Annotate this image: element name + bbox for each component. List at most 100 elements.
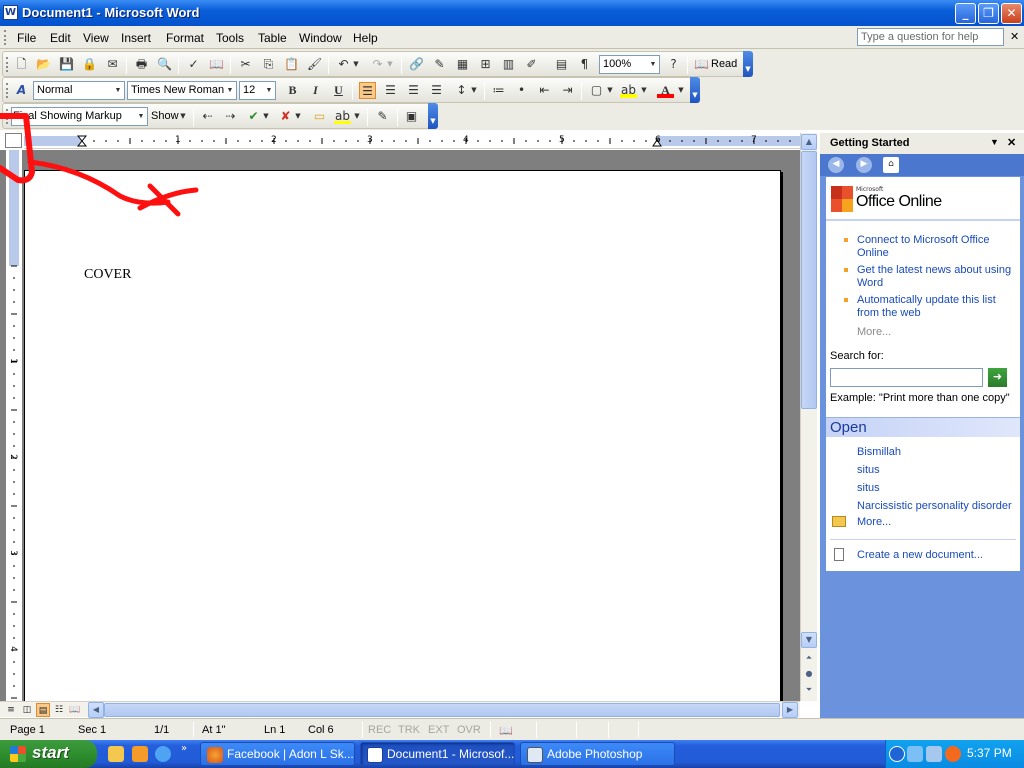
tables-borders-icon[interactable]: ✎ xyxy=(431,56,448,73)
status-rec[interactable]: REC xyxy=(368,724,391,736)
permission-icon[interactable]: 🔒 xyxy=(81,56,98,73)
scroll-left-icon[interactable]: ◀ xyxy=(88,702,104,718)
undo-dropdown-icon[interactable]: ▼ xyxy=(352,56,360,73)
back-icon[interactable]: ◀ xyxy=(828,157,844,173)
restore-button[interactable]: ❐ xyxy=(978,3,999,24)
print-layout-icon[interactable]: ▤ xyxy=(36,703,50,717)
select-browse-object-icon[interactable]: ● xyxy=(801,667,817,683)
connect-office-link[interactable]: Connect to Microsoft Office Online xyxy=(857,234,1007,260)
bold-button[interactable]: B xyxy=(284,82,301,99)
menubar-grip[interactable] xyxy=(4,30,7,45)
line-spacing-dropdown-icon[interactable]: ▼ xyxy=(470,82,478,99)
web-layout-icon[interactable]: ◫ xyxy=(20,703,34,717)
status-trk[interactable]: TRK xyxy=(398,724,420,736)
outline-view-icon[interactable]: ☷ xyxy=(52,703,66,717)
scroll-down-icon[interactable]: ▼ xyxy=(801,632,817,648)
show-desktop-icon[interactable] xyxy=(108,746,124,762)
recent-file-link[interactable]: Bismillah xyxy=(857,446,901,459)
previous-page-icon[interactable]: ⏶ xyxy=(801,651,817,667)
accept-dropdown-icon[interactable]: ▼ xyxy=(262,108,270,125)
vertical-scroll-thumb[interactable] xyxy=(801,151,817,409)
print-icon[interactable]: 🖶 xyxy=(133,56,150,73)
horizontal-ruler[interactable]: 1 2 3 4 5 6 7 xyxy=(24,133,800,149)
highlight-dropdown-icon[interactable]: ▼ xyxy=(353,108,361,125)
document-text[interactable]: COVER xyxy=(84,267,131,283)
taskbar-item-facebook[interactable]: Facebook | Adon L Sk... xyxy=(200,742,355,766)
auto-update-link[interactable]: Automatically update this list from the … xyxy=(857,294,1007,320)
recent-file-link[interactable]: situs xyxy=(857,482,880,495)
spelling-status-icon[interactable]: 📖 xyxy=(499,724,513,737)
reject-change-icon[interactable]: ✘ xyxy=(277,108,294,125)
spelling-icon[interactable]: ✓ xyxy=(185,56,202,73)
read-button[interactable]: Read xyxy=(711,58,737,70)
close-button[interactable]: ✕ xyxy=(1001,3,1022,24)
vertical-scrollbar[interactable]: ▲ ▼ ⏶ ● ⏷ xyxy=(800,133,817,701)
font-color-icon[interactable]: A xyxy=(657,82,674,98)
menu-tools[interactable]: Tools xyxy=(216,31,244,45)
quick-launch-chevron-icon[interactable]: » xyxy=(181,743,187,754)
bullets-icon[interactable]: • xyxy=(513,82,530,99)
save-icon[interactable]: 💾 xyxy=(58,56,75,73)
underline-button[interactable]: U xyxy=(330,82,347,99)
align-left-icon[interactable]: ☰ xyxy=(359,82,376,99)
reviewing-pane-icon[interactable]: ▣ xyxy=(403,108,420,125)
recent-file-link[interactable]: Narcissistic personality disorder xyxy=(857,500,1012,513)
numbering-icon[interactable]: ≔ xyxy=(490,82,507,99)
redo-icon[interactable]: ↷ xyxy=(369,56,386,73)
previous-change-icon[interactable]: ⇠ xyxy=(199,108,216,125)
normal-view-icon[interactable]: ≡ xyxy=(4,703,18,717)
clock[interactable]: 5:37 PM xyxy=(967,746,1012,760)
highlight-icon[interactable]: ab xyxy=(334,108,351,124)
undo-icon[interactable]: ↶ xyxy=(335,56,352,73)
status-ovr[interactable]: OVR xyxy=(457,724,481,736)
horizontal-scrollbar[interactable]: ≡ ◫ ▤ ☷ 📖 ◀ ▶ xyxy=(0,701,800,718)
document-page[interactable]: COVER xyxy=(24,170,781,701)
vertical-ruler[interactable]: 1 2 3 4 xyxy=(6,150,22,700)
decrease-indent-icon[interactable]: ⇤ xyxy=(536,82,553,99)
increase-indent-icon[interactable]: ⇥ xyxy=(559,82,576,99)
show-menu-button[interactable]: Show xyxy=(151,110,179,122)
print-preview-icon[interactable]: 🔍 xyxy=(156,56,173,73)
create-new-document-link[interactable]: Create a new document... xyxy=(857,549,983,562)
styles-formatting-icon[interactable]: A xyxy=(13,82,30,99)
task-pane-menu-icon[interactable]: ▼ xyxy=(990,137,999,147)
office-online-logo[interactable]: Microsoft Office Online xyxy=(826,177,1020,221)
toolbar-options-chevron-icon[interactable]: ▼ xyxy=(743,51,753,77)
toolbar-grip[interactable] xyxy=(6,83,9,98)
network-icon[interactable] xyxy=(926,746,942,762)
more-link[interactable]: More... xyxy=(857,326,891,339)
align-right-icon[interactable]: ☰ xyxy=(405,82,422,99)
italic-button[interactable]: I xyxy=(307,82,324,99)
open-more-link[interactable]: More... xyxy=(857,516,891,529)
font-size-select[interactable]: 12 ▼ xyxy=(239,81,276,100)
scroll-up-icon[interactable]: ▲ xyxy=(801,134,817,150)
reading-layout-icon[interactable]: 📖 xyxy=(68,703,82,717)
toolbar-options-chevron-icon[interactable]: ▼ xyxy=(428,103,438,129)
taskbar-item-word[interactable]: Document1 - Microsof... xyxy=(360,742,515,766)
document-map-icon[interactable]: ▤ xyxy=(553,56,570,73)
next-page-icon[interactable]: ⏷ xyxy=(801,683,817,699)
accept-change-icon[interactable]: ✔ xyxy=(245,108,262,125)
toolbar-grip[interactable] xyxy=(6,57,9,72)
search-input[interactable] xyxy=(830,368,983,387)
task-pane-close-icon[interactable]: ✕ xyxy=(1007,136,1016,149)
open-icon[interactable]: 📂 xyxy=(35,56,52,73)
new-document-icon[interactable]: 🗋 xyxy=(13,56,30,73)
font-color-dropdown-icon[interactable]: ▼ xyxy=(677,82,685,99)
highlight-icon[interactable]: ab xyxy=(620,82,637,98)
horizontal-scroll-thumb[interactable] xyxy=(104,703,780,717)
menu-insert[interactable]: Insert xyxy=(121,31,151,45)
line-spacing-icon[interactable]: ↕ xyxy=(453,82,470,99)
reject-dropdown-icon[interactable]: ▼ xyxy=(294,108,302,125)
tray-expand-icon[interactable] xyxy=(889,746,905,762)
format-painter-icon[interactable]: 🖌 xyxy=(306,56,323,73)
font-select[interactable]: Times New Roman ▼ xyxy=(127,81,237,100)
help-icon[interactable]: ? xyxy=(665,56,682,73)
language-icon[interactable] xyxy=(907,746,923,762)
show-hide-icon[interactable]: ¶ xyxy=(576,56,593,73)
redo-dropdown-icon[interactable]: ▼ xyxy=(386,56,394,73)
show-dropdown-icon[interactable]: ▼ xyxy=(179,108,187,125)
zoom-select[interactable]: 100% ▼ xyxy=(599,55,660,74)
insert-comment-icon[interactable]: ▭ xyxy=(311,108,328,125)
borders-icon[interactable]: ▢ xyxy=(588,82,605,99)
